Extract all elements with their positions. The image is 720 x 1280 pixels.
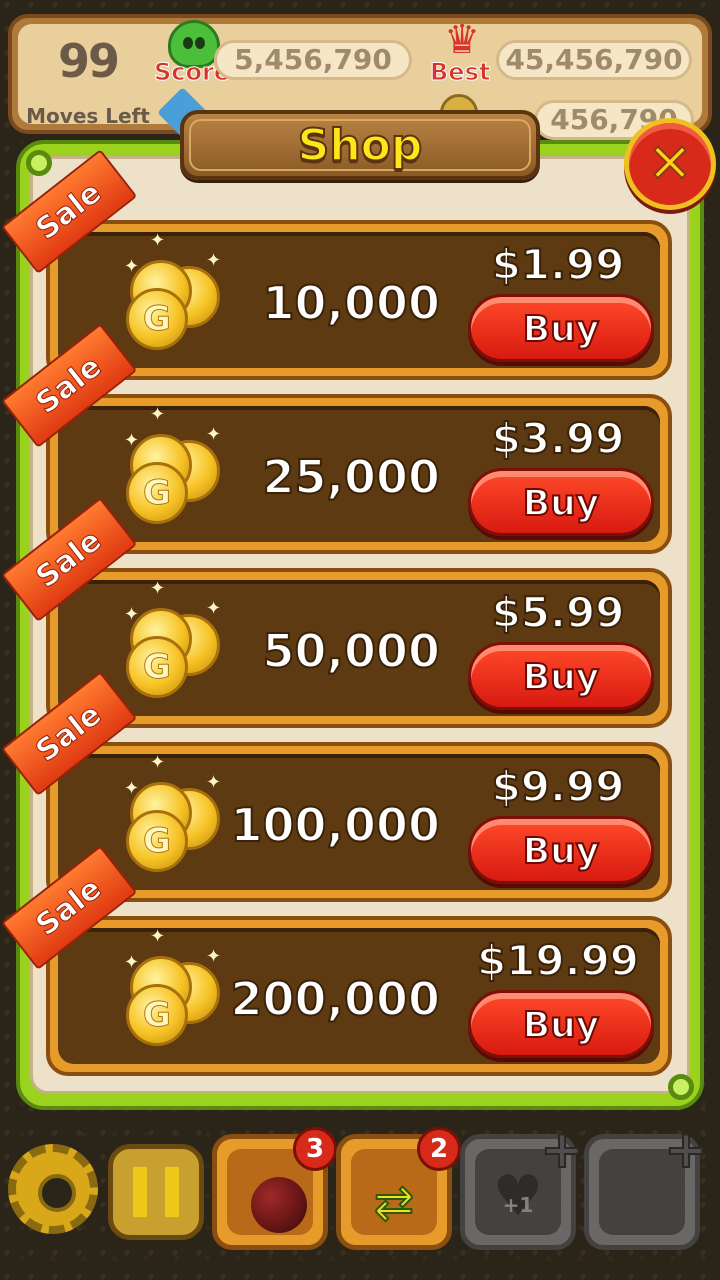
best-value: 45,456,790 (496, 40, 692, 80)
sparkle-icon: ✦ (124, 256, 140, 277)
moves-left-value: 99 (57, 34, 120, 88)
add-booster-icon: + (663, 1120, 709, 1180)
score-value: 5,456,790 (214, 40, 412, 80)
bomb-booster-button[interactable]: 3 (212, 1127, 337, 1250)
shop-title-banner: Shop (180, 110, 540, 180)
shop-item-row: Sale G ✦ ✦ ✦ 25,000 $3.99 Buy (1, 323, 672, 554)
item-price: $1.99 (491, 239, 626, 290)
buy-button[interactable]: Buy (468, 468, 654, 536)
coin-icon: G (126, 984, 188, 1046)
coin-g-symbol: G (143, 473, 172, 514)
best-label: Best (429, 58, 491, 87)
shuffle-booster-button[interactable]: ⇄ 2 (336, 1127, 461, 1250)
sparkle-icon: ✦ (206, 772, 222, 793)
corner-ornament-bottom-right (668, 1074, 694, 1100)
coin-amount: 100,000 (229, 797, 441, 853)
bomb-icon (251, 1177, 307, 1233)
sparkle-icon: ✦ (150, 752, 166, 773)
item-price: $5.99 (491, 587, 626, 638)
sparkle-icon: ✦ (150, 578, 166, 599)
crown-icon: ♛ (444, 17, 480, 63)
shop-item-row: Sale G ✦ ✦ ✦ 100,000 $9.99 Buy (1, 671, 672, 902)
settings-gear-button[interactable] (8, 1144, 98, 1234)
buy-button-label: Buy (522, 482, 601, 525)
sparkle-icon: ✦ (206, 598, 222, 619)
coin-g-symbol: G (143, 995, 172, 1036)
pause-icon (133, 1167, 179, 1217)
item-price: $3.99 (491, 413, 626, 464)
item-price: $9.99 (491, 761, 626, 812)
add-booster-icon: + (539, 1120, 585, 1180)
shop-title: Shop (297, 119, 424, 172)
coin-amount: 25,000 (261, 449, 441, 505)
sparkle-icon: ✦ (124, 778, 140, 799)
buy-button[interactable]: Buy (468, 816, 654, 884)
buy-button-label: Buy (522, 830, 601, 873)
buy-button[interactable]: Buy (468, 642, 654, 710)
coin-icon: G (126, 810, 188, 872)
sparkle-icon: ✦ (206, 424, 222, 445)
coin-g-symbol: G (143, 299, 172, 340)
buy-button-label: Buy (522, 308, 601, 351)
buy-button-label: Buy (522, 1004, 601, 1047)
shuffle-count-badge: 2 (417, 1127, 461, 1171)
coin-amount: 10,000 (261, 275, 441, 331)
corner-ornament-top-left (26, 150, 52, 176)
sparkle-icon: ✦ (206, 250, 222, 271)
coin-icon: G (126, 462, 188, 524)
shop-item-row: Sale G ✦ ✦ ✦ 50,000 $5.99 Buy (1, 497, 672, 728)
coin-g-symbol: G (143, 647, 172, 688)
pause-button[interactable] (108, 1144, 204, 1240)
sparkle-icon: ✦ (150, 926, 166, 947)
coin-amount: 50,000 (261, 623, 441, 679)
shop-item-row: Sale G ✦ ✦ ✦ 200,000 $19.99 Buy (1, 845, 672, 1076)
bomb-count-badge: 3 (293, 1127, 337, 1171)
sparkle-icon: ✦ (150, 230, 166, 251)
sparkle-icon: ✦ (206, 946, 222, 967)
shuffle-icon: ⇄ (373, 1174, 415, 1232)
coin-amount: 200,000 (229, 971, 441, 1027)
moves-left-label: Moves Left (26, 104, 150, 128)
sparkle-icon: ✦ (150, 404, 166, 425)
close-button[interactable]: ✕ (624, 118, 716, 210)
coin-g-symbol: G (143, 821, 172, 862)
coin-icon: G (126, 636, 188, 698)
buy-button[interactable]: Buy (468, 990, 654, 1058)
buy-button-label: Buy (522, 656, 601, 699)
extra-life-label: +1 (502, 1193, 534, 1217)
buy-button[interactable]: Buy (468, 294, 654, 362)
sparkle-icon: ✦ (124, 604, 140, 625)
sparkle-icon: ✦ (124, 430, 140, 451)
sparkle-icon: ✦ (124, 952, 140, 973)
extra-life-booster-button[interactable]: ♥ +1 + (460, 1123, 585, 1250)
empty-booster-slot[interactable]: + (584, 1123, 709, 1250)
shop-item-row: Sale G ✦ ✦ ✦ 10,000 $1.99 Buy (1, 149, 672, 380)
coin-icon: G (126, 288, 188, 350)
close-icon: ✕ (646, 131, 693, 196)
item-price: $19.99 (476, 935, 640, 986)
